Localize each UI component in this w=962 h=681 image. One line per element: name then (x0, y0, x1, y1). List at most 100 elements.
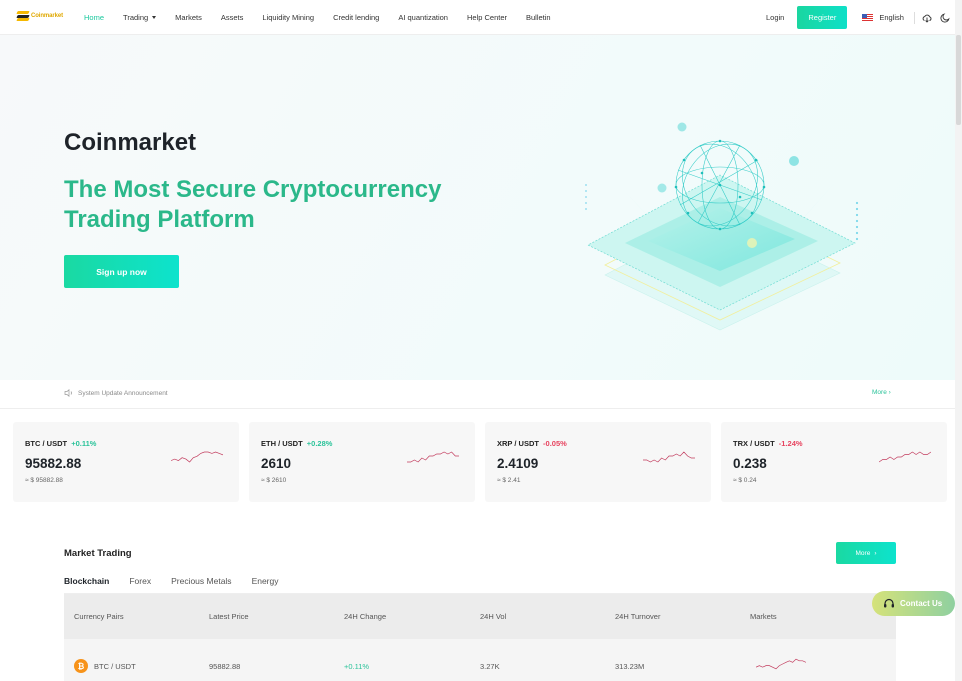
ticker-change: -1.24% (778, 439, 803, 448)
hero-brand-title: Coinmarket (64, 129, 197, 156)
nav-assets[interactable]: Assets (221, 13, 244, 22)
nav-markets[interactable]: Markets (175, 13, 202, 22)
market-table: Currency Pairs Latest Price 24H Change 2… (64, 594, 896, 681)
header-actions: Login Register English (766, 0, 957, 35)
tab-energy[interactable]: Energy (252, 576, 279, 586)
nav-liquidity-mining[interactable]: Liquidity Mining (262, 13, 314, 22)
ticker-card-xrp[interactable]: XRP / USDT -0.05% 2.4109 ≈ $ 2.41 (485, 422, 711, 502)
hero-banner: Coinmarket The Most Secure Cryptocurrenc… (0, 35, 955, 380)
ticker-change: +0.11% (71, 439, 97, 448)
nav-trading[interactable]: Trading (123, 13, 157, 22)
ticker-pair: BTC / USDT +0.11% (25, 439, 96, 448)
nav-assets-label: Assets (220, 13, 244, 22)
ticker-sparkline (879, 451, 931, 463)
col-latest-price: Latest Price (209, 612, 249, 621)
row-turnover: 313.23M (615, 662, 645, 671)
logo-text: Coinmarket (31, 13, 64, 19)
row-pair-label: BTC / USDT (94, 661, 136, 671)
nav-credit-lending[interactable]: Credit lending (333, 13, 379, 22)
ticker-pair-label: BTC / USDT (25, 439, 68, 448)
sparkline-path (407, 451, 459, 463)
sparkline-path (643, 451, 695, 463)
speaker-icon (64, 389, 72, 397)
ticker-sparkline (407, 451, 459, 463)
col-24h-change: 24H Change (344, 612, 387, 621)
caret-down-icon (152, 16, 157, 19)
ticker-pair-label: ETH / USDT (261, 439, 303, 448)
row-pair: ₿ BTC / USDT (74, 659, 136, 673)
ticker-card-eth[interactable]: ETH / USDT +0.28% 2610 ≈ $ 2610 (249, 422, 475, 502)
ticker-price: 2610 (261, 456, 292, 471)
contact-us-label: Contact Us (900, 599, 943, 608)
ticker-price: 95882.88 (25, 456, 82, 471)
market-trading-title: Market Trading (64, 548, 132, 559)
language-selector[interactable]: English (862, 13, 904, 22)
download-icon[interactable] (921, 12, 933, 24)
more-label: More (855, 549, 871, 557)
row-vol: 3.27K (480, 662, 500, 671)
ticker-pair-label: TRX / USDT (733, 439, 775, 448)
announcement-link[interactable]: System Update Announcement (64, 389, 168, 397)
nav-help-center[interactable]: Help Center (467, 13, 507, 22)
ticker-pair: TRX / USDT -1.24% (733, 439, 803, 448)
announcement-more-link[interactable]: More › (872, 389, 891, 396)
ticker-usd-value: ≈ $ 0.24 (733, 477, 757, 484)
scrollbar-thumb[interactable] (956, 35, 961, 125)
language-label: English (879, 13, 904, 22)
ticker-card-btc[interactable]: BTC / USDT +0.11% 95882.88 ≈ $ 95882.88 (13, 422, 239, 502)
row-price: 95882.88 (209, 662, 241, 671)
ticker-card-trx[interactable]: TRX / USDT -1.24% 0.238 ≈ $ 0.24 (721, 422, 947, 502)
us-flag-icon (862, 14, 874, 21)
sparkline-path (879, 451, 931, 463)
dark-mode-moon-icon[interactable] (939, 12, 951, 24)
nav-bulletin[interactable]: Bulletin (526, 13, 551, 22)
market-more-button[interactable]: More › (836, 542, 896, 564)
ticker-sparkline (171, 451, 223, 463)
sparkline-path (171, 451, 223, 463)
logo-icon (16, 11, 30, 21)
ticker-pair: ETH / USDT +0.28% (261, 439, 332, 448)
nav-ai-quantization-label: AI quantization (398, 13, 448, 22)
contact-us-button[interactable]: Contact Us (872, 591, 955, 616)
login-link[interactable]: Login (766, 13, 784, 22)
page-scrollbar[interactable] (955, 0, 962, 681)
ticker-usd-value: ≈ $ 2.41 (497, 477, 521, 484)
nav-home-label: Home (84, 13, 105, 22)
tab-blockchain[interactable]: Blockchain (64, 576, 109, 586)
chevron-right-icon: › (874, 549, 877, 557)
nav-ai-quantization[interactable]: AI quantization (398, 13, 448, 22)
hero-tagline: The Most Secure Cryptocurrency Trading P… (64, 176, 442, 233)
nav-trading-label: Trading (123, 13, 149, 22)
top-nav-bar: Coinmarket Home Trading Markets Assets L… (0, 0, 955, 35)
ticker-pair: XRP / USDT -0.05% (497, 439, 567, 448)
ticker-pair-label: XRP / USDT (497, 439, 539, 448)
ticker-price: 0.238 (733, 456, 767, 471)
market-tabs: Blockchain Forex Precious Metals Energy (64, 576, 279, 586)
ticker-usd-value: ≈ $ 2610 (261, 477, 287, 484)
ticker-change: -0.05% (543, 439, 567, 448)
ticker-change: +0.28% (306, 439, 333, 448)
ticker-sparkline (643, 451, 695, 463)
col-24h-turnover: 24H Turnover (615, 612, 661, 621)
register-button[interactable]: Register (797, 6, 848, 29)
nav-bulletin-label: Bulletin (526, 13, 551, 22)
table-row[interactable]: ₿ BTC / USDT 95882.88 +0.11% 3.27K 313.2… (64, 639, 896, 681)
nav-home[interactable]: Home (84, 13, 104, 22)
col-markets: Markets (750, 612, 777, 621)
row-sparkline (756, 658, 806, 670)
sign-up-button[interactable]: Sign up now (64, 255, 179, 288)
table-header: Currency Pairs Latest Price 24H Change 2… (64, 594, 896, 639)
tab-forex[interactable]: Forex (129, 576, 151, 586)
announcement-bar: System Update Announcement More › (0, 380, 955, 409)
hero-globe-illustration (585, 122, 859, 331)
headset-icon (884, 598, 894, 608)
ticker-price: 2.4109 (497, 456, 539, 471)
main-nav: Home Trading Markets Assets Liquidity Mi… (84, 0, 570, 35)
tab-precious-metals[interactable]: Precious Metals (171, 576, 231, 586)
bitcoin-icon: ₿ (74, 659, 88, 673)
logo[interactable]: Coinmarket (16, 11, 64, 21)
row-change: +0.11% (344, 662, 370, 671)
ticker-usd-value: ≈ $ 95882.88 (25, 477, 63, 484)
nav-liquidity-mining-label: Liquidity Mining (262, 13, 315, 22)
ticker-cards: BTC / USDT +0.11% 95882.88 ≈ $ 95882.88 … (13, 422, 947, 502)
